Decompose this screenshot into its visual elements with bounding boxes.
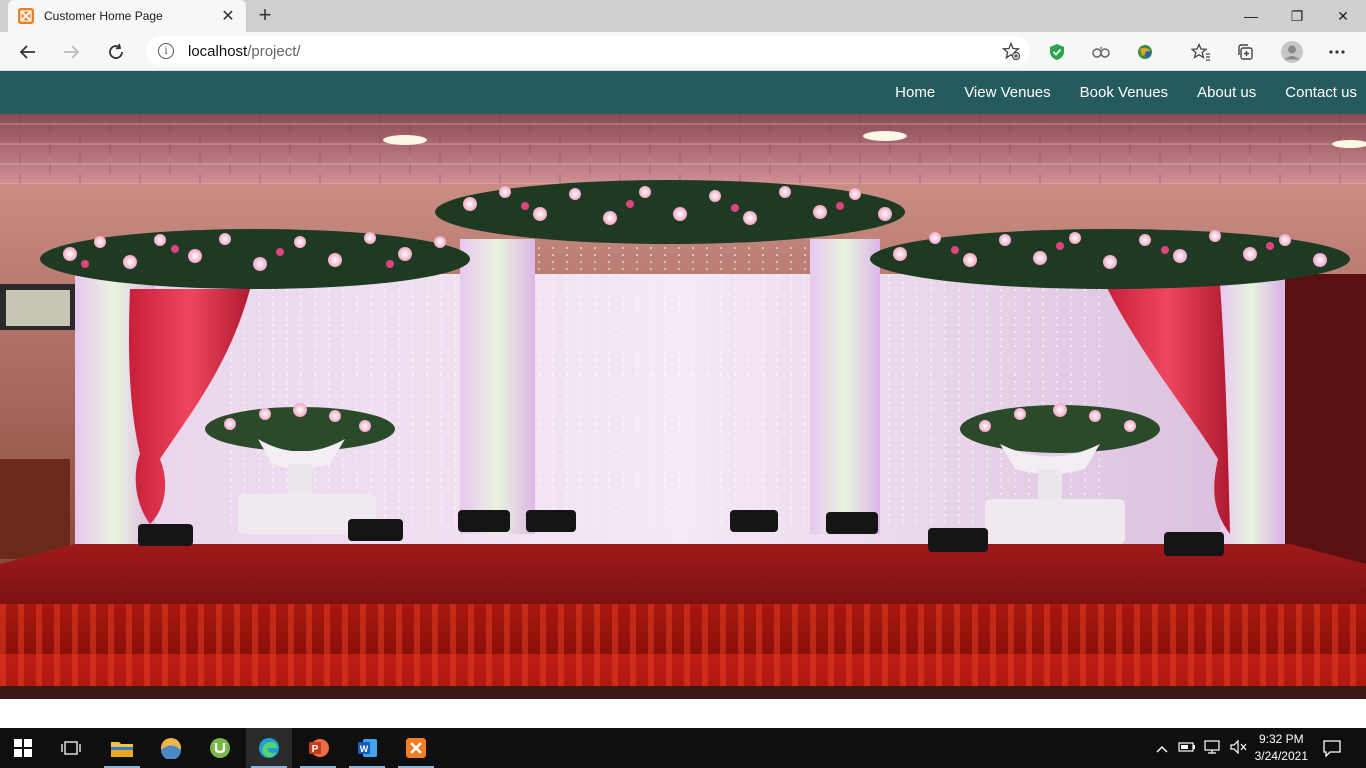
site-navbar: Home View Venues Book Venues About us Co… [0, 71, 1366, 114]
browser-tab[interactable]: Customer Home Page ✕ [8, 0, 246, 32]
xampp-button[interactable] [393, 728, 439, 768]
address-bar[interactable]: i localhost /project/ [146, 36, 1030, 66]
xampp-favicon-icon [18, 8, 34, 24]
photos-icon [161, 738, 181, 759]
task-view-button[interactable] [48, 728, 94, 768]
system-tray [1156, 728, 1248, 768]
nav-view-venues[interactable]: View Venues [964, 84, 1050, 101]
notifications-button[interactable] [1322, 728, 1342, 768]
site-info-icon[interactable]: i [158, 43, 174, 59]
show-hidden-icons-icon[interactable] [1156, 741, 1168, 756]
address-path: /project/ [247, 42, 301, 60]
restore-button[interactable]: ❐ [1274, 0, 1320, 32]
forward-arrow-icon [64, 45, 80, 59]
photos-button[interactable] [148, 728, 194, 768]
powerpoint-icon: P [309, 739, 329, 757]
minimize-button[interactable]: — [1228, 0, 1274, 32]
edge-button[interactable] [246, 728, 292, 768]
clock[interactable]: 9:32 PM 3/24/2021 [1255, 731, 1308, 765]
address-host: localhost [188, 42, 248, 60]
new-tab-button[interactable]: + [252, 3, 278, 29]
notification-icon [1323, 740, 1341, 757]
refresh-icon [109, 43, 123, 59]
file-explorer-button[interactable] [99, 728, 145, 768]
nav-home[interactable]: Home [895, 84, 935, 101]
tab-strip: Customer Home Page ✕ + — ❐ ✕ [0, 0, 1366, 32]
refresh-button[interactable] [101, 37, 131, 67]
svg-text:W: W [360, 744, 369, 754]
browser-toolbar: i localhost /project/ [0, 32, 1366, 71]
volume-muted-icon[interactable] [1230, 739, 1248, 757]
nav-contact-us[interactable]: Contact us [1285, 84, 1357, 101]
start-icon [14, 739, 32, 757]
file-explorer-icon [111, 742, 133, 757]
utorrent-button[interactable] [197, 728, 243, 768]
clock-date: 3/24/2021 [1254, 749, 1308, 763]
xampp-icon [406, 738, 426, 758]
svg-text:P: P [312, 744, 319, 755]
battery-icon[interactable] [1178, 741, 1196, 756]
clock-time: 9:32 PM [1258, 732, 1304, 746]
taskbar: P W 9:32 PM 3/24/2021 [0, 728, 1366, 768]
globe-extension-icon[interactable] [1134, 41, 1156, 63]
add-favorite-icon[interactable] [1001, 41, 1021, 65]
tab-title: Customer Home Page [44, 9, 163, 23]
start-button[interactable] [0, 728, 46, 768]
back-button[interactable] [13, 37, 43, 67]
hero-image [0, 114, 1366, 699]
tab-close-icon[interactable]: ✕ [220, 6, 236, 26]
extension-icon[interactable] [1090, 41, 1112, 63]
shield-extension-icon[interactable] [1046, 41, 1068, 63]
word-button[interactable]: W [344, 728, 390, 768]
profile-avatar-icon[interactable] [1281, 41, 1303, 63]
close-window-button[interactable]: ✕ [1320, 0, 1366, 32]
favorites-icon[interactable] [1190, 41, 1212, 63]
powerpoint-button[interactable]: P [295, 728, 341, 768]
nav-book-venues[interactable]: Book Venues [1080, 84, 1168, 101]
edge-icon [259, 738, 279, 758]
nav-about-us[interactable]: About us [1197, 84, 1256, 101]
task-view-icon [61, 741, 81, 755]
forward-button[interactable] [56, 37, 86, 67]
word-icon: W [358, 739, 377, 757]
back-arrow-icon [19, 45, 35, 59]
collections-icon[interactable] [1234, 41, 1256, 63]
more-menu-icon[interactable] [1326, 41, 1348, 63]
network-icon[interactable] [1204, 739, 1222, 757]
wedding-stage-photo [0, 114, 1366, 699]
utorrent-icon [210, 738, 230, 758]
